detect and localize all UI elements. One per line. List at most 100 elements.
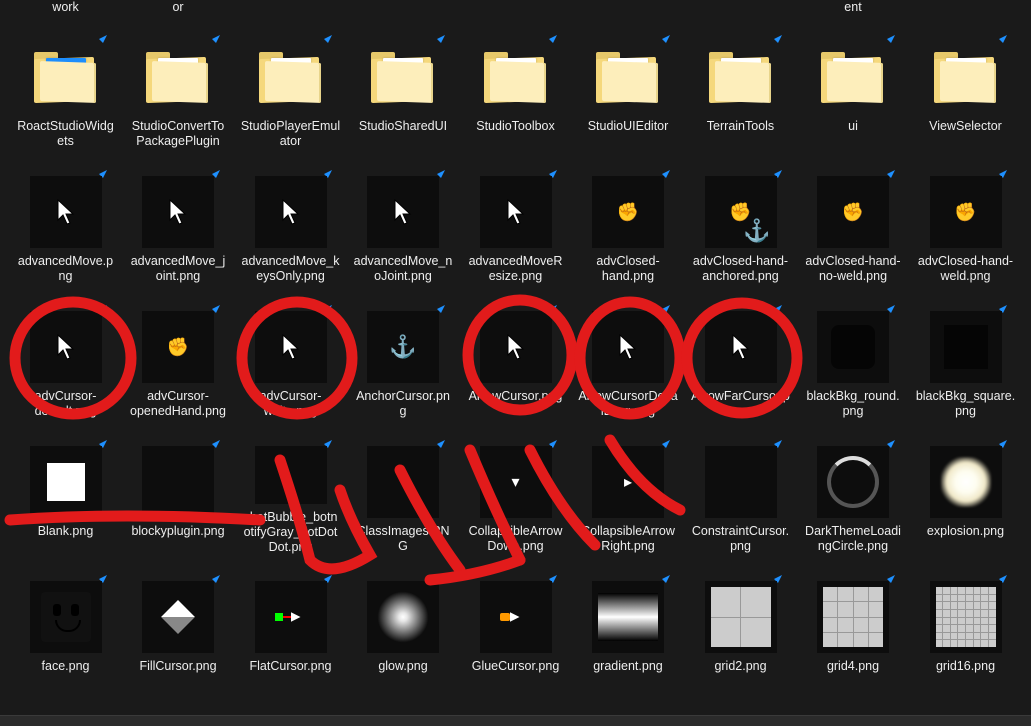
file-thumbnail: ✊ bbox=[592, 176, 664, 248]
file-label: StudioPlayerEmulator bbox=[241, 119, 341, 149]
file-item[interactable]: grid4.png bbox=[798, 555, 909, 690]
loading-ring-icon bbox=[827, 456, 879, 508]
file-thumbnail bbox=[705, 41, 777, 113]
file-label: advCursor-openedHand.png bbox=[128, 389, 228, 419]
file-item[interactable]: ArrowCursor.png bbox=[460, 285, 571, 420]
file-thumbnail bbox=[705, 311, 777, 383]
file-item[interactable]: TerrainTools bbox=[685, 15, 796, 150]
file-item[interactable]: advancedMove_joint.png bbox=[123, 150, 234, 285]
file-label: advancedMove_keysOnly.png bbox=[241, 254, 341, 284]
file-label: chatBubble_botnotifyGray_dotDotDot.png bbox=[241, 510, 341, 555]
file-item[interactable]: ⚓ AnchorCursor.png bbox=[348, 285, 459, 420]
file-thumbnail bbox=[817, 581, 889, 653]
file-thumbnail bbox=[930, 581, 1002, 653]
file-label: AnchorCursor.png bbox=[353, 389, 453, 419]
file-item[interactable]: DarkThemeLoadingCircle.png bbox=[798, 420, 909, 555]
partial-top-row: work or ent bbox=[0, 0, 1031, 15]
file-item[interactable]: ui bbox=[798, 15, 909, 150]
file-thumbnail bbox=[592, 41, 664, 113]
file-thumbnail bbox=[30, 446, 102, 518]
file-thumbnail bbox=[930, 41, 1002, 113]
file-item[interactable]: ✊ advClosed-hand-weld.png bbox=[910, 150, 1021, 285]
file-item[interactable]: grid2.png bbox=[685, 555, 796, 690]
file-label: grid2.png bbox=[691, 659, 791, 674]
file-item[interactable]: advancedMoveResize.png bbox=[460, 150, 571, 285]
file-item[interactable]: GlueCursor.png bbox=[460, 555, 571, 690]
file-item[interactable]: ✊⚓advClosed-hand-anchored.png bbox=[685, 150, 796, 285]
file-item[interactable]: StudioSharedUI bbox=[348, 15, 459, 150]
file-item[interactable]: ✊ advClosed-hand.png bbox=[573, 150, 684, 285]
file-item[interactable]: ArrowCursorDecalDrag.png bbox=[573, 285, 684, 420]
file-thumbnail bbox=[255, 176, 327, 248]
file-item[interactable]: advCursor-default.png bbox=[10, 285, 121, 420]
file-item[interactable]: chatBubble_botnotifyGray_dotDotDot.png bbox=[235, 420, 346, 555]
file-label: ArrowCursor.png bbox=[466, 389, 566, 404]
hand-icon: ✊ bbox=[617, 202, 639, 223]
grid2-icon bbox=[711, 587, 771, 647]
file-label: advancedMove_joint.png bbox=[128, 254, 228, 284]
top-cell: ent bbox=[798, 0, 909, 15]
file-item[interactable]: StudioToolbox bbox=[460, 15, 571, 150]
file-item[interactable]: Blank.png bbox=[10, 420, 121, 555]
file-item[interactable]: grid16.png bbox=[910, 555, 1021, 690]
file-item[interactable]: ▸CollapsibleArrowRight.png bbox=[573, 420, 684, 555]
folder-icon bbox=[934, 52, 998, 102]
file-item[interactable]: StudioUIEditor bbox=[573, 15, 684, 150]
file-label: explosion.png bbox=[916, 524, 1016, 539]
file-label: face.png bbox=[16, 659, 116, 674]
file-item[interactable]: RoactStudioWidgets bbox=[10, 15, 121, 150]
file-item[interactable]: ArrowFarCursor.png bbox=[685, 285, 796, 420]
file-label: blockyplugin.png bbox=[128, 524, 228, 539]
file-item[interactable]: face.png bbox=[10, 555, 121, 690]
file-item[interactable]: StudioPlayerEmulator bbox=[235, 15, 346, 150]
file-thumbnail bbox=[705, 581, 777, 653]
file-item[interactable]: blackBkg_square.png bbox=[910, 285, 1021, 420]
folder-icon bbox=[259, 52, 323, 102]
file-label: StudioConvertToPackagePlugin bbox=[128, 119, 228, 149]
file-label: advClosed-hand.png bbox=[578, 254, 678, 284]
file-item[interactable]: glow.png bbox=[348, 555, 459, 690]
flat-cursor-icon bbox=[275, 610, 307, 624]
file-item[interactable]: ✊advCursor-openedHand.png bbox=[123, 285, 234, 420]
face-icon bbox=[41, 592, 91, 642]
file-thumbnail bbox=[367, 176, 439, 248]
file-thumbnail bbox=[930, 311, 1002, 383]
file-label: FlatCursor.png bbox=[241, 659, 341, 674]
file-label: ConstraintCursor.png bbox=[691, 524, 791, 554]
file-thumbnail bbox=[817, 446, 889, 518]
chevron-down-icon: ▾ bbox=[511, 472, 519, 492]
folder-icon bbox=[596, 52, 660, 102]
file-item[interactable]: FillCursor.png bbox=[123, 555, 234, 690]
file-item[interactable]: gradient.png bbox=[573, 555, 684, 690]
file-item[interactable]: explosion.png bbox=[910, 420, 1021, 555]
file-item[interactable]: advancedMove.png bbox=[10, 150, 121, 285]
anchor-icon: ⚓ bbox=[389, 334, 416, 360]
folder-icon bbox=[709, 52, 773, 102]
file-label: advClosed-hand-weld.png bbox=[916, 254, 1016, 284]
file-item[interactable]: advCursor-white.png bbox=[235, 285, 346, 420]
file-item[interactable]: ▾CollapsibleArrowDown.png bbox=[460, 420, 571, 555]
file-label: TerrainTools bbox=[691, 119, 791, 134]
file-thumbnail: ⚓ bbox=[367, 311, 439, 383]
file-label: advClosed-hand-no-weld.png bbox=[803, 254, 903, 284]
file-item[interactable]: ViewSelector bbox=[910, 15, 1021, 150]
file-item[interactable]: advancedMove_keysOnly.png bbox=[235, 150, 346, 285]
file-item[interactable]: blackBkg_round.png bbox=[798, 285, 909, 420]
file-item[interactable]: ✊advClosed-hand-no-weld.png bbox=[798, 150, 909, 285]
file-label: RoactStudioWidgets bbox=[16, 119, 116, 149]
file-label: advancedMove.png bbox=[16, 254, 116, 284]
grid4-icon bbox=[823, 587, 883, 647]
file-item[interactable]: ConstraintCursor.png bbox=[685, 420, 796, 555]
file-item[interactable]: StudioConvertToPackagePlugin bbox=[123, 15, 234, 150]
file-label: blackBkg_square.png bbox=[916, 389, 1016, 419]
top-label: work bbox=[16, 0, 116, 15]
file-label: StudioSharedUI bbox=[353, 119, 453, 134]
taskbar[interactable] bbox=[0, 715, 1031, 726]
file-item[interactable]: blockyplugin.png bbox=[123, 420, 234, 555]
file-thumbnail bbox=[480, 581, 552, 653]
file-label: gradient.png bbox=[578, 659, 678, 674]
file-item[interactable]: advancedMove_noJoint.png bbox=[348, 150, 459, 285]
file-thumbnail: ✊ bbox=[930, 176, 1002, 248]
file-item[interactable]: ClassImages.PNG bbox=[348, 420, 459, 555]
file-item[interactable]: FlatCursor.png bbox=[235, 555, 346, 690]
